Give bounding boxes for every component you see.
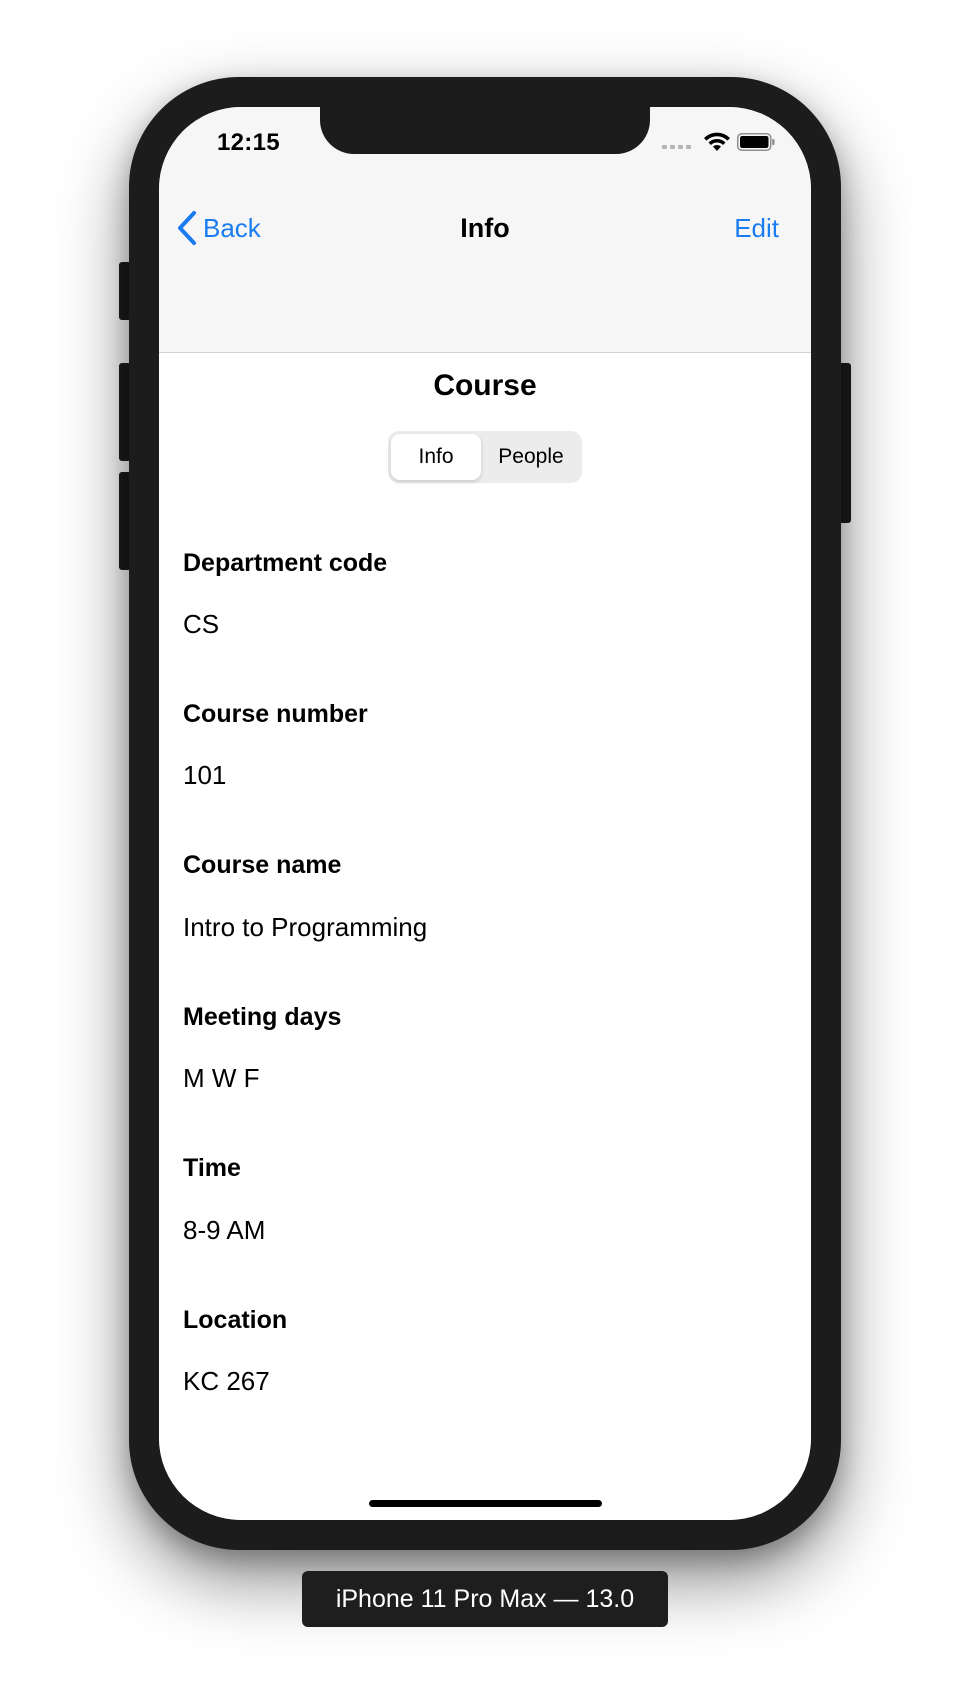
chevron-left-icon	[178, 211, 196, 245]
cellular-signal-icon	[662, 145, 691, 149]
wifi-icon	[704, 132, 730, 151]
page-title: Course	[433, 369, 537, 402]
field-label-meeting-days: Meeting days	[183, 1003, 342, 1031]
field-value-location: KC 267	[183, 1366, 270, 1396]
field-label-department-code: Department code	[183, 549, 388, 577]
segmented-control: Info People	[388, 431, 582, 483]
field-label-time: Time	[183, 1154, 241, 1182]
device-screen: 12:15 Back Info Edit Course Info People …	[159, 107, 811, 1520]
segment-info[interactable]: Info	[391, 434, 481, 480]
field-value-time: 8-9 AM	[183, 1215, 266, 1245]
edit-button[interactable]: Edit	[734, 195, 779, 261]
segment-people[interactable]: People	[483, 434, 579, 480]
field-value-course-name: Intro to Programming	[183, 912, 428, 942]
field-value-meeting-days: M W F	[183, 1063, 260, 1093]
device-notch	[320, 107, 650, 154]
back-button[interactable]: Back	[177, 195, 261, 261]
battery-icon	[737, 133, 775, 151]
field-label-course-number: Course number	[183, 700, 368, 728]
simulator-stage: 12:15 Back Info Edit Course Info People …	[0, 0, 970, 1700]
field-label-location: Location	[183, 1306, 288, 1334]
field-label-course-name: Course name	[183, 851, 342, 879]
field-value-course-number: 101	[183, 760, 227, 790]
back-button-label: Back	[203, 212, 261, 243]
simulator-device-label: iPhone 11 Pro Max — 13.0	[302, 1571, 668, 1627]
content-area: Course Info People Department code CS Co…	[159, 353, 811, 1520]
field-value-department-code: CS	[183, 609, 220, 639]
home-indicator[interactable]	[369, 1500, 602, 1507]
status-clock: 12:15	[217, 129, 280, 156]
